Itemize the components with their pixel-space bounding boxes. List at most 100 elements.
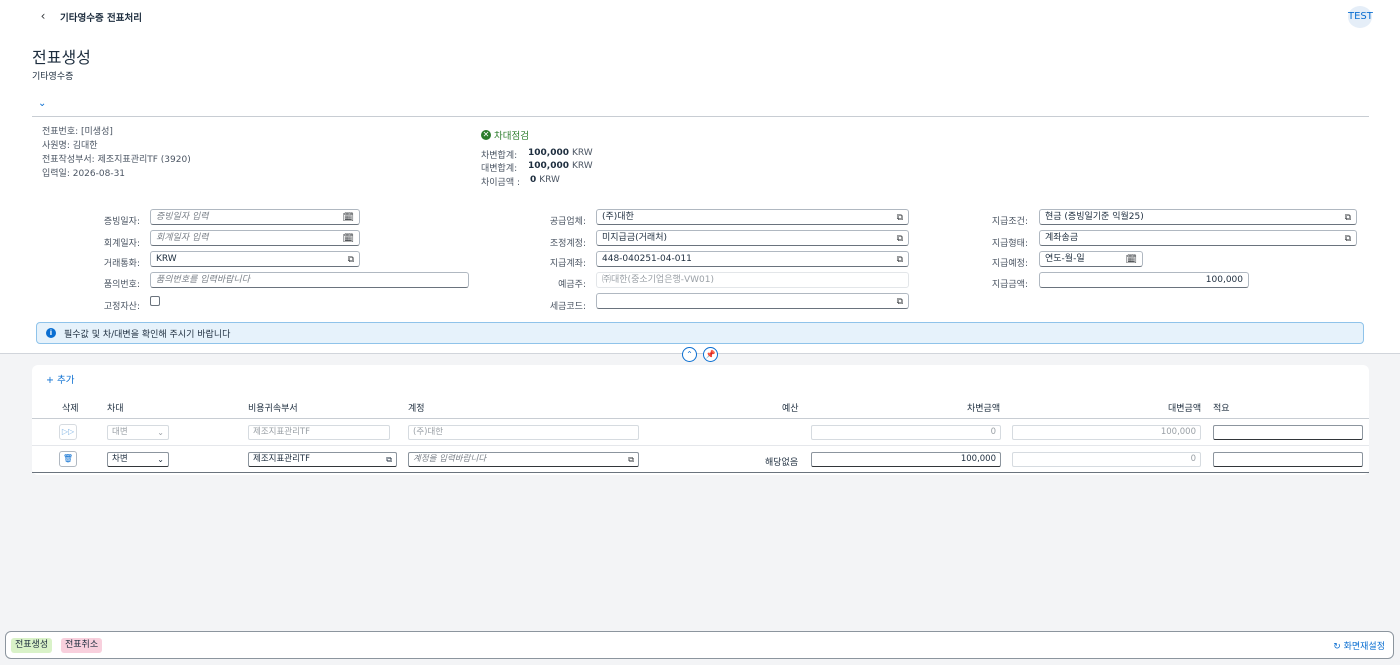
tax-code-input[interactable]: ⧉: [596, 293, 909, 309]
cancel-voucher-button[interactable]: 전표취소: [61, 638, 103, 653]
credit-amount-field: 100,000: [1012, 425, 1201, 440]
credit-amount-input[interactable]: 0: [1012, 452, 1201, 467]
cost-dept-field: 제조지표관리TF: [248, 425, 390, 440]
credit-total-value: 100,000: [528, 161, 569, 171]
calendar-icon[interactable]: 🗓: [1126, 253, 1137, 266]
author-dept: 전표작성부서: 제조지표관리TF (3920): [42, 155, 191, 165]
evidence-date-label: 증빙일자:: [103, 217, 140, 227]
account-date-input[interactable]: 회계일자 입력 🗓: [150, 230, 360, 246]
page-title: 전표생성: [32, 48, 91, 67]
account-date-label: 회계일자:: [103, 239, 140, 249]
info-message-text: 필수값 및 차/대변을 확인해 주시기 바랍니다: [64, 330, 231, 340]
budget-text: 해당없음: [765, 458, 799, 468]
pay-terms-input[interactable]: 현금 (증빙일기준 익월25) ⧉: [1039, 209, 1357, 225]
info-message-strip: i 필수값 및 차/대변을 확인해 주시기 바랍니다: [36, 322, 1364, 344]
value-help-icon: ⧉: [628, 455, 634, 464]
currency-unit: KRW: [539, 175, 560, 185]
shell-bar: ‹ 기타영수증 전표처리 TEST: [0, 0, 1400, 34]
chevron-down-icon: ⌄: [157, 428, 164, 437]
reset-screen-button[interactable]: ↻ 화면재설정: [1333, 639, 1385, 652]
user-avatar[interactable]: TEST: [1348, 6, 1373, 28]
pay-amount-label: 지급금액:: [991, 280, 1028, 290]
evidence-date-input[interactable]: 증빙일자 입력 🗓: [150, 209, 360, 225]
document-meta: 전표번호: [미생성] 사원명: 김대한 전표작성부서: 제조지표관리TF (3…: [42, 125, 191, 181]
plus-icon: +: [46, 375, 57, 386]
chevron-down-icon: ⌄: [157, 455, 164, 464]
credit-total: 대변합계: 100,000 KRW: [481, 161, 593, 174]
memo-input[interactable]: [1213, 452, 1363, 467]
input-date: 입력일: 2026-08-31: [42, 169, 126, 179]
value-help-icon[interactable]: ⧉: [897, 253, 903, 266]
currency-unit: KRW: [572, 161, 593, 171]
depositor-label: 예금주:: [558, 280, 586, 290]
pay-type-label: 지급형태:: [991, 239, 1028, 249]
pay-account-label: 지급계좌:: [549, 259, 586, 269]
debit-total: 차변합계: 100,000 KRW: [481, 148, 593, 161]
error-circle-icon: ✕: [481, 130, 491, 140]
debit-credit-select: 대변 ⌄: [107, 425, 169, 440]
pay-amount-input[interactable]: 100,000: [1039, 272, 1249, 288]
value-help-icon[interactable]: ⧉: [348, 253, 354, 266]
create-voucher-button[interactable]: 전표생성: [11, 638, 53, 653]
pin-icon[interactable]: 📌: [703, 347, 718, 362]
page-subtitle: 기타영수증: [32, 72, 74, 82]
debit-credit-select[interactable]: 차변 ⌄: [107, 452, 169, 467]
chevron-down-icon[interactable]: ⌄: [38, 98, 50, 110]
app-title: 기타영수증 전표처리: [60, 13, 142, 24]
add-row-button[interactable]: + 추가: [46, 372, 74, 386]
value-help-icon: ⧉: [386, 455, 392, 464]
table-row: 🗑 차변 ⌄ 제조지표관리TF ⧉ 계정을 입력바랍니다 ⧉ 해당없음 100,000…: [32, 446, 1369, 473]
pay-type-input[interactable]: 계좌송금 ⧉: [1039, 230, 1357, 246]
pay-due-input[interactable]: 연도-월-일 🗓: [1039, 251, 1143, 267]
table-row: ▷▷ 대변 ⌄ 제조지표관리TF (주)대한 0 100,000: [32, 419, 1369, 446]
column-header: 대변금액: [1168, 404, 1202, 414]
table-header-row: 삭제 차대 비용귀속부서 계정 예산 차변금액 대변금액 적요: [32, 393, 1369, 419]
value-help-icon[interactable]: ⧉: [897, 295, 903, 308]
account-field: (주)대한: [408, 425, 639, 440]
collapse-header-icon[interactable]: ⌃: [682, 347, 697, 362]
header-separator: [32, 116, 1369, 117]
calendar-icon[interactable]: 🗓: [343, 232, 354, 245]
fixed-asset-label: 고정자산:: [103, 302, 140, 312]
debit-amount-input[interactable]: 100,000: [811, 452, 1001, 467]
balance-status: 차대점검: [494, 131, 529, 142]
back-arrow-icon[interactable]: ‹: [36, 9, 50, 23]
column-header: 적요: [1213, 404, 1230, 414]
cost-dept-input[interactable]: 제조지표관리TF ⧉: [248, 452, 397, 467]
column-header: 차변금액: [967, 404, 1001, 414]
value-help-icon[interactable]: ⧉: [897, 232, 903, 245]
approval-no-input[interactable]: 품의번호를 입력바랍니다: [150, 272, 469, 288]
column-header: 계정: [408, 404, 425, 414]
adjust-account-label: 조정계정:: [549, 239, 586, 249]
value-help-icon[interactable]: ⧉: [1345, 232, 1351, 245]
diff-amount-value: 0: [530, 175, 537, 185]
approval-no-label: 품의번호:: [103, 280, 140, 290]
value-help-icon[interactable]: ⧉: [897, 211, 903, 224]
doc-number: 전표번호: [미생성]: [42, 127, 113, 137]
vendor-input[interactable]: (주)대한 ⧉: [596, 209, 909, 225]
column-header: 차대: [107, 404, 124, 414]
pay-due-label: 지급예정:: [991, 259, 1028, 269]
depositor-input: ㈜대한(중소기업은행-VW01): [596, 272, 909, 288]
employee-name: 사원명: 김대한: [42, 141, 98, 151]
auto-row-icon: ▷▷: [59, 424, 77, 440]
adjust-account-input[interactable]: 미지급금(거래처) ⧉: [596, 230, 909, 246]
vendor-label: 공급업체:: [549, 217, 586, 227]
object-header: 전표생성 기타영수증 ⌄ 전표번호: [미생성] 사원명: 김대한 전표작성부서…: [0, 34, 1400, 354]
currency-label: 거래통화:: [103, 259, 140, 269]
tax-code-label: 세금코드:: [549, 302, 586, 312]
column-header: 삭제: [62, 404, 79, 414]
pay-terms-label: 지급조건:: [991, 217, 1028, 227]
delete-icon[interactable]: 🗑: [59, 451, 77, 467]
pay-account-input[interactable]: 448-040251-04-011 ⧉: [596, 251, 909, 267]
memo-input[interactable]: [1213, 425, 1363, 440]
balance-check: ✕ 차대점검 차변합계: 100,000 KRW 대변합계: 100,000 KRW…: [481, 128, 593, 188]
line-items-table: + 추가 삭제 차대 비용귀속부서 계정 예산 차변금액 대변금액 적요 ▷▷ …: [32, 365, 1369, 475]
value-help-icon[interactable]: ⧉: [1345, 211, 1351, 224]
currency-input[interactable]: KRW ⧉: [150, 251, 360, 267]
account-input[interactable]: 계정을 입력바랍니다 ⧉: [408, 452, 639, 467]
info-icon: i: [46, 328, 56, 338]
calendar-icon[interactable]: 🗓: [343, 211, 354, 224]
fixed-asset-checkbox[interactable]: [150, 296, 160, 306]
currency-unit: KRW: [572, 148, 593, 158]
